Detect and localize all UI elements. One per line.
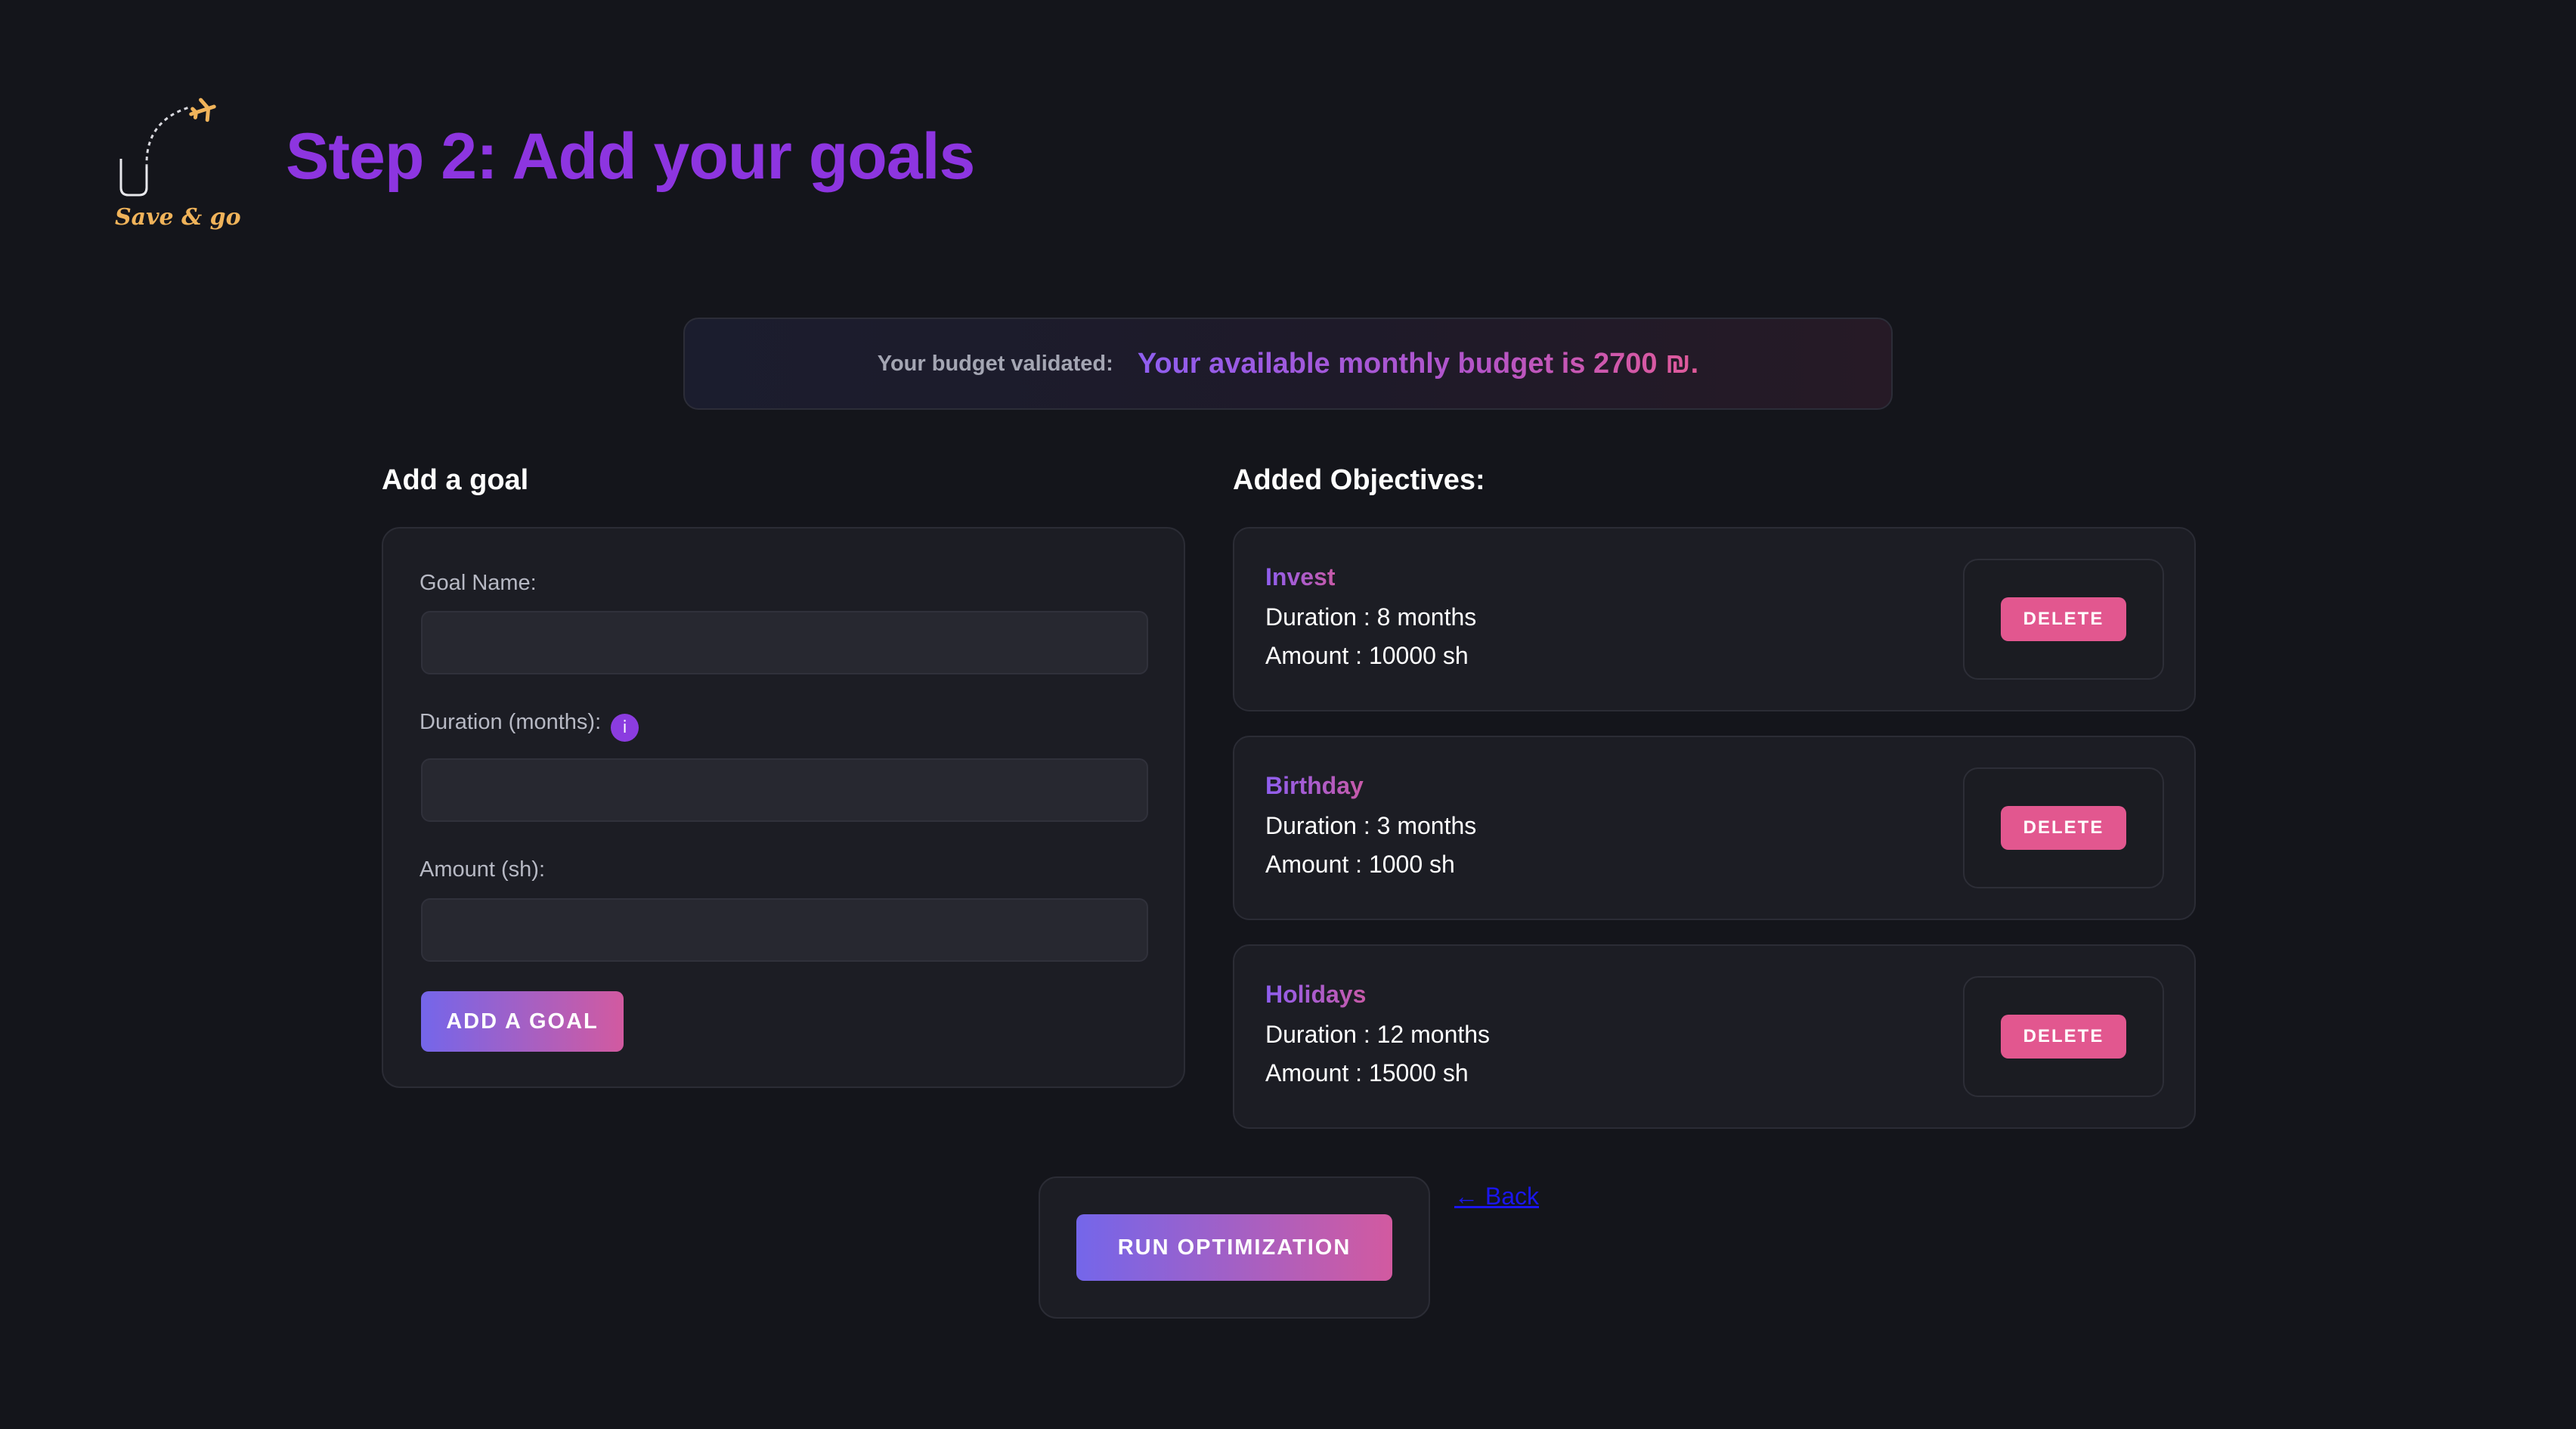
- objective-card-birthday: Birthday Duration : 3 months Amount : 10…: [1233, 736, 2196, 920]
- goal-name-input[interactable]: [421, 611, 1148, 674]
- delete-button-container: DELETE: [1963, 559, 2164, 680]
- objective-name: Invest: [1265, 563, 1336, 591]
- objective-duration: Duration : 12 months: [1265, 1021, 1491, 1048]
- amount-label: Amount (sh):: [420, 857, 545, 882]
- duration-input[interactable]: [421, 758, 1148, 822]
- run-optimization-button[interactable]: RUN OPTIMIZATION: [1076, 1214, 1392, 1281]
- budget-label: Your budget validated:: [877, 351, 1113, 376]
- plane-path-logo-icon: [119, 98, 216, 197]
- objective-duration: Duration : 3 months: [1265, 812, 1477, 839]
- page-title: Step 2: Add your goals: [286, 120, 975, 193]
- objective-amount: Amount : 10000 sh: [1265, 642, 1469, 669]
- objective-amount: Amount : 15000 sh: [1265, 1059, 1469, 1086]
- objective-name: Holidays: [1265, 981, 1367, 1008]
- goal-name-label: Goal Name:: [420, 571, 537, 595]
- delete-button[interactable]: DELETE: [2001, 597, 2126, 641]
- logo-text: Save & go: [115, 204, 241, 231]
- delete-button-container: DELETE: [1963, 767, 2164, 888]
- info-icon[interactable]: i: [611, 714, 639, 742]
- added-objectives-heading: Added Objectives:: [1233, 464, 1485, 496]
- add-goal-form: Goal Name: Duration (months): i Amount (…: [382, 527, 1185, 1088]
- delete-button[interactable]: DELETE: [2001, 806, 2126, 850]
- page: Save & go Step 2: Add your goals Your bu…: [0, 0, 2576, 1429]
- amount-input[interactable]: [421, 898, 1148, 962]
- objective-name: Birthday: [1265, 772, 1364, 799]
- back-link[interactable]: ← Back: [1454, 1183, 1539, 1210]
- delete-button-container: DELETE: [1963, 976, 2164, 1097]
- run-optimization-container: RUN OPTIMIZATION: [1039, 1176, 1430, 1319]
- budget-message: Your available monthly budget is 2700 ₪.: [1137, 347, 1699, 380]
- objective-card-invest: Invest Duration : 8 months Amount : 1000…: [1233, 527, 2196, 711]
- objective-duration: Duration : 8 months: [1265, 603, 1477, 631]
- objective-card-holidays: Holidays Duration : 12 months Amount : 1…: [1233, 944, 2196, 1129]
- objective-amount: Amount : 1000 sh: [1265, 851, 1455, 878]
- budget-banner: Your budget validated: Your available mo…: [683, 318, 1893, 410]
- delete-button[interactable]: DELETE: [2001, 1015, 2126, 1059]
- add-goal-heading: Add a goal: [382, 464, 529, 496]
- duration-label: Duration (months):: [420, 710, 602, 734]
- app-logo[interactable]: Save & go: [106, 91, 241, 242]
- add-goal-button[interactable]: ADD A GOAL: [421, 991, 624, 1052]
